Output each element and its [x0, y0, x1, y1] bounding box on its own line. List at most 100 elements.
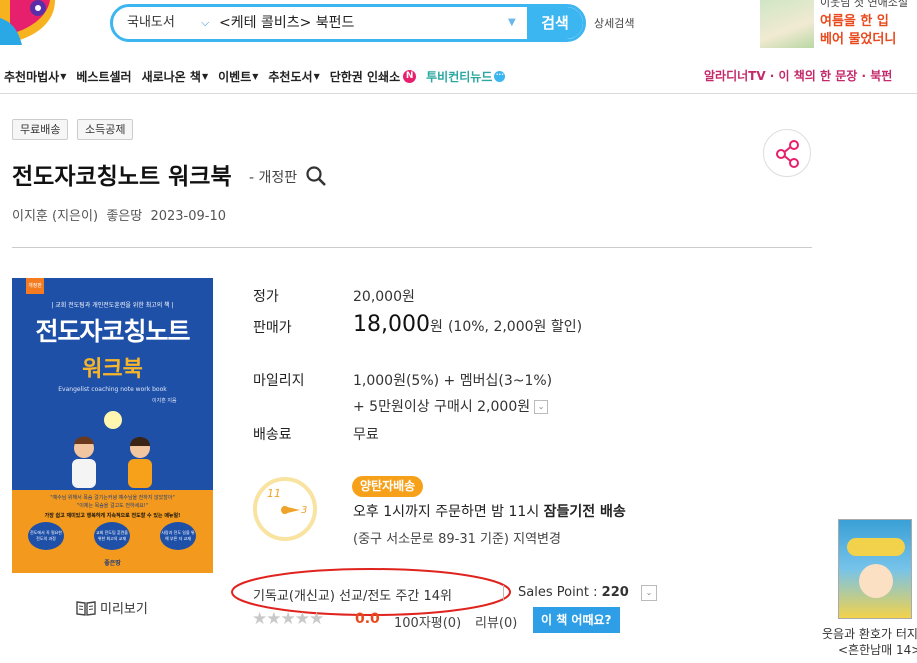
rating-stars: ★★★★★	[252, 609, 324, 629]
cover-subtitle: | 교회 전도팀과 개인전도훈련을 위한 최고의 책 |	[51, 302, 174, 309]
delivery-line-2[interactable]: (중구 서소문로 89-31 기준) 지역변경	[353, 528, 561, 547]
chevron-down-icon[interactable]: ⌄	[641, 585, 657, 601]
nav-label: 추천도서	[268, 69, 313, 84]
cover-english-title: Evangelist coaching note work book	[58, 386, 167, 393]
ad-line-1[interactable]: 이웃님 첫 연애소설	[820, 0, 908, 10]
free-shipping-badge: 무료배송	[12, 119, 69, 140]
short-reviews-link[interactable]: 100자평(0)	[394, 612, 461, 631]
nav-label: 베스트셀러	[76, 69, 132, 84]
nav-item-events[interactable]: 이벤트 ▼	[218, 66, 258, 86]
side-banner-caption-2[interactable]: <흔한남매 14>	[838, 641, 917, 658]
preview-button[interactable]: 미리보기	[76, 598, 148, 617]
chevron-down-icon[interactable]: ⌄	[534, 400, 549, 414]
shipping-fee-label: 배송료	[253, 427, 292, 443]
delivery-line-1-emphasis: 잠들기전 배송	[543, 504, 626, 520]
book-edition: - 개정판	[249, 170, 298, 186]
cover-illustration	[72, 411, 152, 488]
mileage-label: 마일리지	[253, 373, 305, 389]
side-banner-caption-1[interactable]: 웃음과 환호가 터지	[822, 625, 917, 642]
more-dots-icon: ···	[494, 70, 506, 82]
cover-sub-title: 워크북	[82, 357, 143, 382]
chevron-down-icon[interactable]: ⌵	[201, 7, 209, 39]
carpet-delivery-badge: 양탄자배송	[352, 476, 424, 497]
cover-publisher: 좋은땅	[104, 560, 121, 567]
publisher-link[interactable]: 좋은땅	[106, 209, 142, 224]
clock-number-3: 3	[301, 505, 307, 516]
tax-deduction-badge: 소득공제	[77, 119, 134, 140]
author-link[interactable]: 이지훈 (지은이)	[12, 209, 98, 224]
nav-item-recommend-wizard[interactable]: 추천마법사 ▼	[4, 66, 66, 86]
list-price-value: 20,000원	[353, 289, 415, 305]
cover-circle-2: 교회 전도팀 훈련을 위한 최고의 교재	[94, 522, 130, 550]
nav-item-tobecontinued[interactable]: 투비컨티뉴드 ···	[426, 66, 506, 86]
author-line: 이지훈 (지은이) 좋은땅 2023-09-10	[12, 205, 226, 224]
cover-circle-3: 사람과 전도 일을 위해 부른 자 교재	[160, 522, 196, 550]
search-button[interactable]: 검색	[527, 7, 583, 39]
book-title: 전도자코칭노트 워크북	[12, 164, 232, 190]
mileage-line-2: + 5만원이상 구매시 2,000원	[353, 399, 531, 415]
reviews-link[interactable]: 리뷰(0)	[475, 612, 517, 631]
delivery-line-1: 오후 1시까지 주문하면 밤 11시 잠들기전 배송	[353, 501, 626, 521]
clock-icon: 11 3	[252, 476, 318, 546]
search-icon[interactable]	[305, 165, 327, 191]
nav-divider	[0, 93, 917, 94]
new-badge-icon: N	[403, 69, 417, 83]
side-banner-character	[859, 564, 893, 598]
nav-right-links[interactable]: 알라디너TV · 이 책의 한 문장 · 북펀	[704, 67, 892, 84]
search-scope-select[interactable]: 국내도서	[127, 7, 175, 39]
nav-label: 이벤트	[218, 69, 252, 84]
share-icon	[776, 140, 799, 168]
dropdown-triangle-icon[interactable]: ▼	[508, 7, 516, 39]
nav-label: 단한권 인쇄소	[329, 69, 401, 84]
search-input[interactable]: <케테 콜비츠> 북펀드	[219, 7, 354, 39]
clock-number-11: 11	[267, 487, 281, 500]
nav-item-new-books[interactable]: 새로나온 책 ▼	[142, 66, 209, 86]
ad-line-2[interactable]: 여름을 한 입	[820, 10, 889, 29]
sale-discount-note: (10%, 2,000원 할인)	[447, 319, 583, 335]
mileage-line-2-wrap: + 5만원이상 구매시 2,000원 ⌄	[353, 396, 549, 416]
caret-down-icon: ▼	[252, 71, 259, 81]
mileage-line-1: 1,000원(5%) + 멤버십(3~1%)	[353, 373, 553, 389]
cover-author: 이지훈 지음	[152, 398, 177, 404]
advanced-search-link[interactable]: 상세검색	[594, 15, 634, 31]
delivery-line-1-text: 오후 1시까지 주문하면 밤 11시	[353, 504, 544, 520]
book-cover[interactable]: 개정판 | 교회 전도팀과 개인전도훈련을 위한 최고의 책 | 전도자코칭노트…	[12, 278, 213, 573]
sales-point: Sales Point : 220	[518, 585, 629, 600]
cover-quote-2: "이제는 목숨을 걸고도 전하세요!"	[76, 503, 149, 509]
publish-date: 2023-09-10	[150, 209, 227, 224]
caret-down-icon: ▼	[201, 71, 209, 81]
sales-point-label: Sales Point :	[518, 585, 602, 600]
preview-label: 미리보기	[100, 602, 148, 617]
nav-item-recommended[interactable]: 추천도서 ▼	[268, 66, 319, 86]
sale-price: 18,000원 (10%, 2,000원 할인)	[353, 312, 582, 337]
caret-down-icon: ▼	[313, 71, 320, 81]
nav-label: 투비컨티뉴드	[426, 69, 493, 84]
sales-point-value: 220	[601, 585, 629, 600]
how-is-this-book-button[interactable]: 이 책 어때요?	[533, 607, 620, 633]
nav-item-print-shop[interactable]: 단한권 인쇄소 N	[329, 66, 417, 86]
share-button[interactable]	[763, 129, 811, 177]
cover-circle-1: 전도에서 꼭 필요한 전도의 과정	[28, 522, 64, 550]
section-divider	[12, 247, 812, 248]
search-bar: 국내도서 ⌵ <케테 콜비츠> 북펀드 ▼ 검색	[110, 4, 586, 42]
rating-value: 0.0	[355, 611, 380, 627]
aladin-logo[interactable]	[0, 0, 60, 45]
cover-main-title: 전도자코칭노트	[35, 317, 190, 346]
caret-down-icon: ▼	[60, 71, 67, 81]
nav-label: 추천마법사	[4, 69, 60, 84]
cover-tagline: 가장 쉽고 재미있고 행복하게 지속적으로 전도할 수 있는 매뉴얼!	[44, 513, 181, 519]
rank-separator	[503, 585, 504, 601]
side-banner-image[interactable]	[838, 519, 912, 619]
nav-label: 새로나온 책	[141, 69, 201, 84]
main-nav: 추천마법사 ▼ 베스트셀러 새로나온 책 ▼ 이벤트 ▼ 추천도서 ▼ 단한권 인쇄소 N…	[4, 66, 515, 86]
cover-quote-1: "예수님 위해서 목숨 걸기는커녕 예수님을 전하지 않았잖아"	[50, 495, 175, 501]
side-banner-logo	[847, 538, 905, 556]
cover-edition-tag: 개정판	[26, 278, 44, 294]
nav-item-bestseller[interactable]: 베스트셀러	[76, 66, 131, 86]
shipping-fee-value: 무료	[353, 427, 379, 443]
ad-line-3[interactable]: 베어 물었더니	[820, 28, 896, 47]
sale-price-unit: 원	[429, 319, 443, 335]
sale-price-label: 판매가	[253, 320, 292, 336]
list-price-label: 정가	[253, 289, 279, 305]
ad-banner-image[interactable]	[760, 0, 814, 48]
